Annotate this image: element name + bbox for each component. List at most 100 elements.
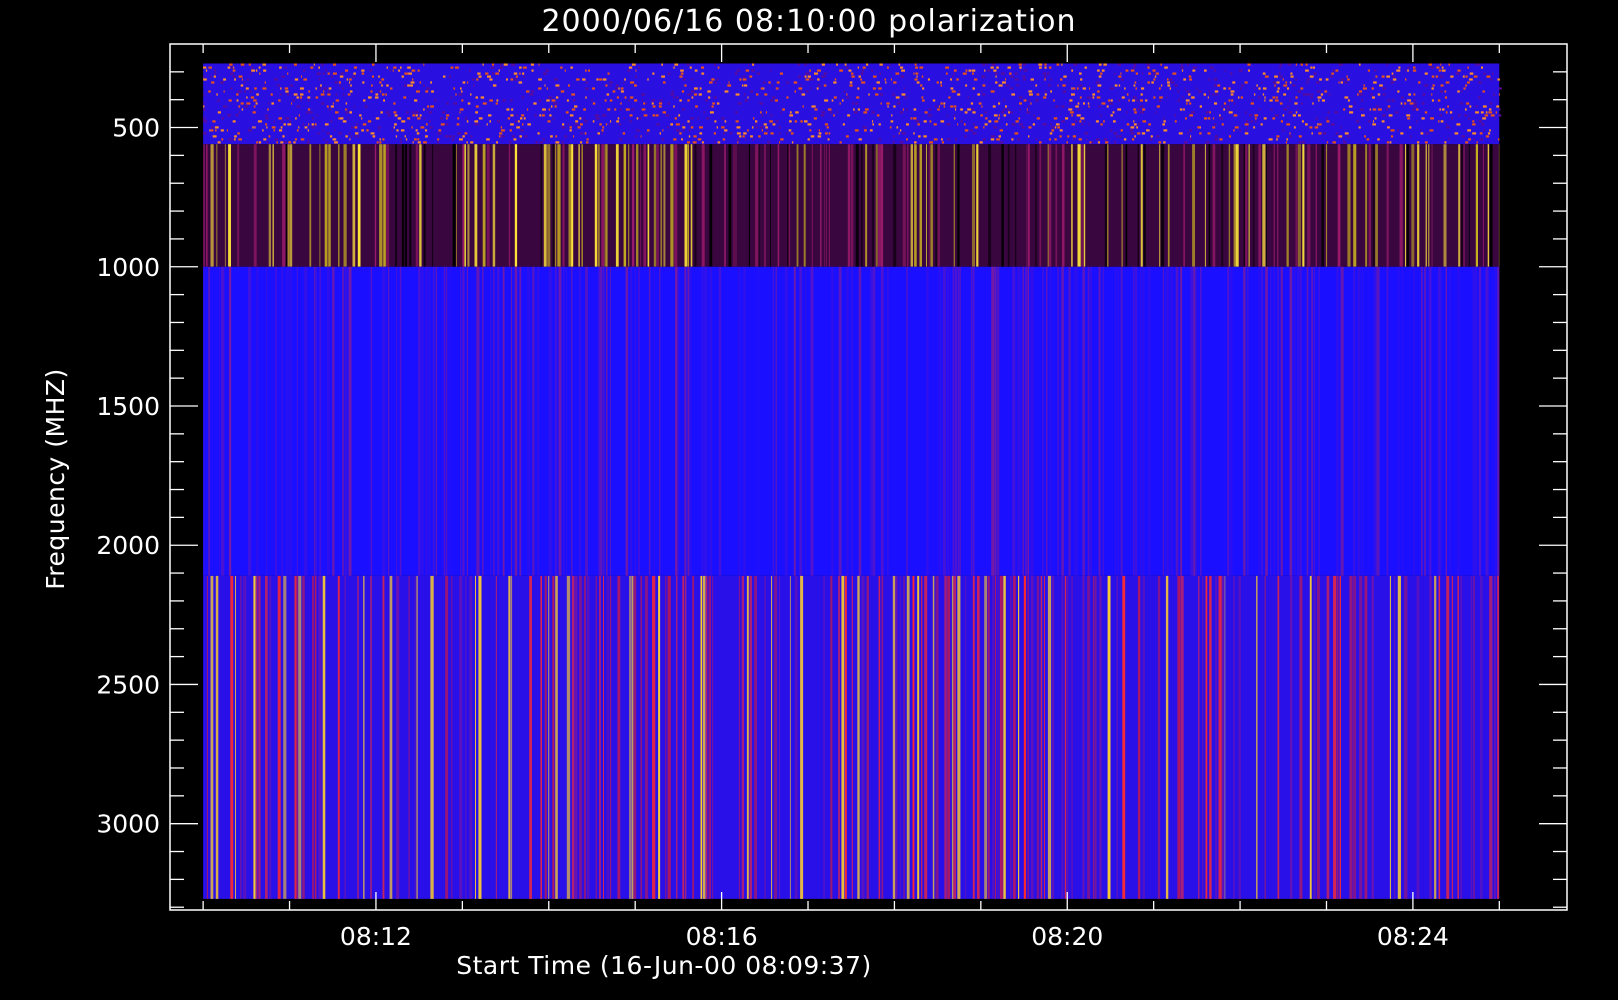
- speckle-cell: [1461, 90, 1463, 93]
- speckle-cell: [1118, 75, 1122, 78]
- speckle-cell: [1072, 138, 1075, 141]
- speckle-cell: [1256, 84, 1258, 87]
- speckle-cell: [1398, 66, 1401, 69]
- speckle-cell: [981, 75, 986, 78]
- speckle-cell: [899, 111, 904, 114]
- speckle-cell: [1481, 66, 1483, 69]
- stripe: [841, 575, 845, 899]
- speckle-cell: [839, 141, 842, 144]
- speckle-cell: [1098, 105, 1101, 108]
- speckle-cell: [446, 102, 449, 105]
- stripe: [1302, 144, 1305, 267]
- stripe: [219, 266, 220, 576]
- speckle-cell: [1263, 117, 1267, 120]
- speckle-cell: [1448, 63, 1450, 66]
- speckle-cell: [823, 84, 827, 87]
- speckle-cell: [283, 123, 286, 126]
- speckle-cell: [209, 129, 211, 132]
- speckle-cell: [616, 120, 620, 123]
- speckle-cell: [234, 138, 236, 141]
- stripe: [1180, 575, 1184, 899]
- stripe: [445, 266, 448, 576]
- speckle-cell: [1465, 108, 1467, 111]
- stripe: [1326, 575, 1330, 899]
- speckle-cell: [789, 111, 792, 114]
- stripe: [571, 266, 573, 576]
- speckle-cell: [245, 87, 249, 90]
- speckle-cell: [1217, 84, 1221, 87]
- speckle-cell: [474, 123, 479, 126]
- speckle-cell: [1079, 72, 1082, 75]
- speckle-cell: [560, 90, 565, 93]
- stripe: [1289, 266, 1293, 576]
- stripe: [508, 575, 510, 899]
- y-tick-label: 2000: [96, 531, 160, 560]
- speckle-cell: [511, 63, 516, 66]
- speckle-cell: [1421, 102, 1425, 105]
- speckle-cell: [712, 102, 715, 105]
- speckle-cell: [849, 81, 853, 84]
- speckle-cell: [915, 72, 919, 75]
- speckle-cell: [246, 78, 250, 81]
- speckle-cell: [1120, 78, 1124, 81]
- speckle-cell: [851, 75, 855, 78]
- speckle-cell: [662, 129, 664, 132]
- stripe: [1235, 144, 1239, 267]
- speckle-cell: [610, 120, 612, 123]
- speckle-cell: [1436, 66, 1440, 69]
- stripe: [1468, 144, 1470, 267]
- speckle-cell: [681, 90, 685, 93]
- stripe: [743, 266, 746, 576]
- speckle-cell: [658, 105, 662, 108]
- stripe: [1258, 144, 1261, 267]
- speckle-cell: [1132, 66, 1136, 69]
- speckle-cell: [1340, 81, 1343, 84]
- speckle-cell: [1110, 87, 1114, 90]
- speckle-cell: [1183, 108, 1185, 111]
- speckle-cell: [876, 81, 880, 84]
- speckle-cell: [916, 81, 920, 84]
- stripe: [903, 575, 905, 899]
- speckle-cell: [1392, 75, 1395, 78]
- stripe: [452, 144, 456, 267]
- stripe: [1167, 144, 1170, 267]
- stripe: [1092, 575, 1095, 899]
- speckle-cell: [414, 111, 419, 114]
- speckle-cell: [1305, 63, 1308, 66]
- speckle-cell: [1473, 75, 1478, 78]
- speckle-cell: [437, 141, 439, 144]
- speckle-cell: [530, 63, 534, 66]
- speckle-cell: [1159, 96, 1163, 99]
- speckle-cell: [276, 141, 278, 144]
- speckle-cell: [682, 126, 686, 129]
- speckle-cell: [369, 69, 373, 72]
- stripe: [799, 266, 803, 576]
- speckle-cell: [335, 111, 339, 114]
- speckle-cell: [927, 114, 932, 117]
- stripe: [1121, 144, 1123, 267]
- speckle-cell: [425, 123, 428, 126]
- stripe: [1493, 575, 1496, 899]
- speckle-cell: [736, 132, 741, 135]
- speckle-cell: [620, 87, 624, 90]
- stripe: [1245, 144, 1248, 267]
- speckle-cell: [917, 123, 920, 126]
- speckle-cell: [230, 72, 234, 75]
- speckle-cell: [279, 66, 282, 69]
- speckle-cell: [349, 78, 352, 81]
- stripe: [462, 144, 465, 267]
- stripe: [1286, 144, 1289, 267]
- speckle-cell: [1062, 84, 1066, 87]
- speckle-cell: [538, 78, 542, 81]
- speckle-cell: [564, 69, 566, 72]
- speckle-cell: [1275, 96, 1278, 99]
- speckle-cell: [246, 102, 251, 105]
- speckle-cell: [1250, 102, 1254, 105]
- speckle-cell: [1018, 63, 1022, 66]
- speckle-cell: [315, 96, 319, 99]
- speckle-cell: [345, 135, 348, 138]
- stripe: [735, 144, 737, 267]
- speckle-cell: [555, 84, 560, 87]
- speckle-cell: [1153, 78, 1156, 81]
- speckle-cell: [401, 75, 404, 78]
